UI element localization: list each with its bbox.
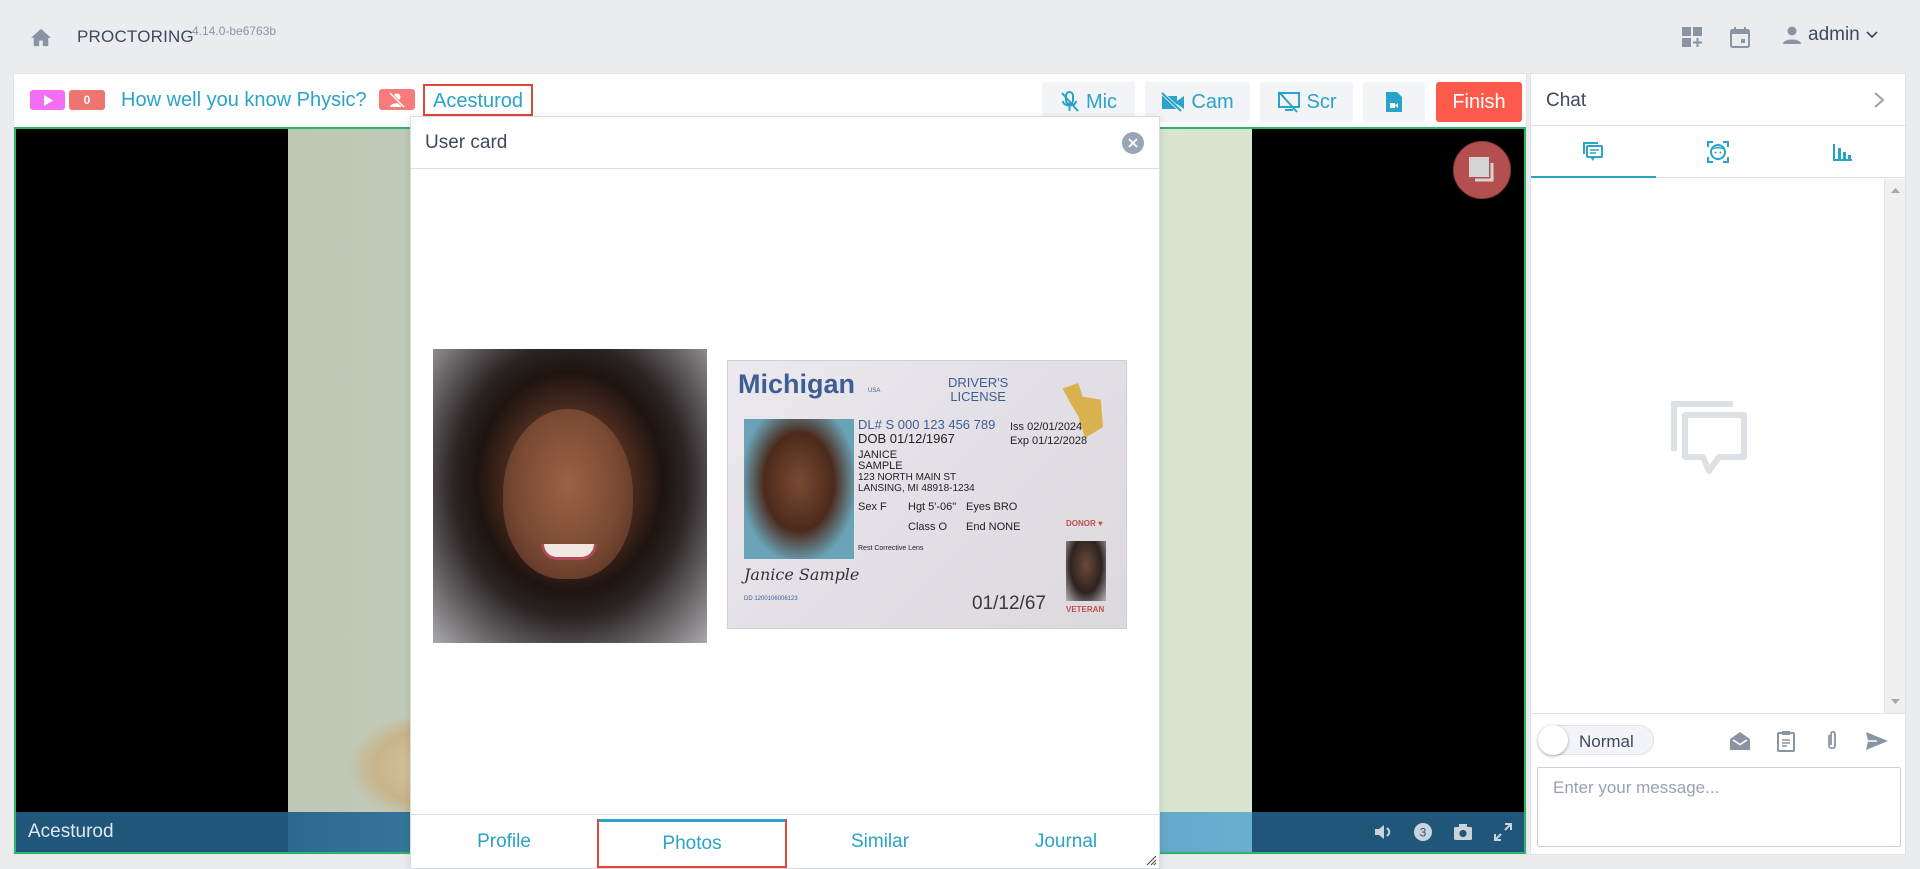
toggle-label: Normal bbox=[1579, 732, 1634, 751]
mic-label: Mic bbox=[1085, 90, 1118, 113]
picture-in-picture-button[interactable] bbox=[1453, 141, 1511, 199]
id-exp: Exp 01/12/2028 bbox=[1010, 435, 1088, 447]
id-iss: Iss 02/01/2024 bbox=[1010, 421, 1083, 433]
fullscreen-icon[interactable] bbox=[1493, 822, 1513, 842]
video-user-name: Acesturod bbox=[28, 821, 114, 842]
app-version: 4.14.0-be6763b bbox=[192, 24, 277, 38]
chat-messages bbox=[1531, 179, 1905, 787]
tab-similar[interactable]: Similar bbox=[787, 815, 973, 868]
chat-scrollbar[interactable] bbox=[1884, 179, 1905, 713]
dashboard-add-icon[interactable] bbox=[1681, 26, 1703, 48]
close-icon bbox=[1128, 138, 1138, 148]
camera-icon[interactable] bbox=[1453, 822, 1473, 842]
id-class: Class O bbox=[908, 521, 948, 533]
id-signature: Janice Sample bbox=[744, 565, 860, 584]
tab-profile[interactable]: Profile bbox=[411, 815, 597, 868]
scroll-down-icon[interactable] bbox=[1885, 697, 1906, 707]
id-date-bottom: 01/12/67 bbox=[972, 593, 1046, 614]
user-name-link[interactable]: Acesturod bbox=[423, 84, 534, 116]
user-icon bbox=[1783, 26, 1801, 44]
id-name-last: SAMPLE bbox=[858, 460, 903, 472]
id-hgt: Hgt 5'-06" bbox=[908, 501, 957, 513]
no-messages-icon bbox=[1671, 401, 1747, 474]
face-image-detail bbox=[541, 544, 597, 560]
id-eyes: Eyes BRO bbox=[966, 501, 1018, 513]
user-card-modal: User card Michigan USA DRIVER'S LICENSE … bbox=[410, 116, 1160, 869]
chat-tabs bbox=[1531, 126, 1905, 178]
close-button[interactable] bbox=[1122, 132, 1144, 154]
cam-off-icon bbox=[1161, 92, 1185, 112]
count-3-icon[interactable]: 3 bbox=[1413, 822, 1433, 842]
cam-label: Cam bbox=[1191, 90, 1234, 113]
play-icon bbox=[43, 94, 53, 106]
chat-panel: Chat Normal Enter your message... bbox=[1530, 73, 1906, 855]
user-menu-button[interactable]: admin bbox=[1782, 24, 1878, 46]
tab-messages[interactable] bbox=[1531, 126, 1656, 178]
face-photo[interactable] bbox=[433, 349, 707, 643]
message-mode-toggle[interactable]: Normal bbox=[1538, 725, 1654, 755]
tab-journal[interactable]: Journal bbox=[973, 815, 1159, 868]
app-title: PROCTORING bbox=[77, 27, 194, 46]
send-icon[interactable] bbox=[1865, 729, 1889, 753]
envelope-open-icon[interactable] bbox=[1728, 729, 1752, 753]
id-document-photo[interactable]: Michigan USA DRIVER'S LICENSE DL# S 000 … bbox=[727, 360, 1127, 629]
modal-title: User card bbox=[425, 132, 508, 153]
chat-header: Chat bbox=[1531, 74, 1905, 126]
clipboard-icon[interactable] bbox=[1774, 729, 1798, 753]
face-recognition-icon bbox=[1707, 140, 1729, 163]
id-dob: DOB 01/12/1967 bbox=[858, 431, 955, 446]
id-type: DRIVER'S LICENSE bbox=[948, 376, 1008, 404]
message-input[interactable] bbox=[1537, 767, 1901, 847]
file-video-icon bbox=[1386, 92, 1402, 112]
modal-header: User card bbox=[411, 117, 1159, 169]
id-dd: DD 1200106006123 bbox=[744, 596, 798, 602]
user-menu-label: admin bbox=[1808, 24, 1860, 45]
paperclip-icon[interactable] bbox=[1820, 729, 1844, 753]
id-type-line2: LICENSE bbox=[950, 389, 1006, 404]
bar-chart-icon bbox=[1832, 143, 1852, 161]
id-end: End NONE bbox=[966, 521, 1021, 533]
exam-title[interactable]: How well you know Physic? bbox=[121, 89, 367, 112]
user-off-icon bbox=[388, 91, 406, 108]
chevron-right-icon[interactable] bbox=[1873, 92, 1885, 108]
home-icon[interactable] bbox=[30, 27, 52, 47]
video-count: 3 bbox=[1420, 826, 1427, 840]
id-address2: LANSING, MI 48918-1234 bbox=[858, 483, 975, 494]
cam-button[interactable]: Cam bbox=[1145, 82, 1250, 122]
volume-icon[interactable] bbox=[1373, 822, 1393, 842]
calendar-icon[interactable] bbox=[1729, 26, 1751, 48]
mic-off-icon bbox=[1061, 91, 1079, 112]
report-button[interactable] bbox=[1363, 82, 1425, 122]
chat-controls: Normal bbox=[1531, 713, 1905, 755]
violation-count-badge: 0 bbox=[69, 90, 105, 110]
finish-button[interactable]: Finish bbox=[1436, 82, 1522, 122]
play-button[interactable] bbox=[30, 90, 65, 110]
tab-stats[interactable] bbox=[1780, 126, 1905, 177]
id-holder-photo bbox=[744, 419, 854, 559]
scroll-up-icon[interactable] bbox=[1885, 185, 1906, 195]
screen-off-icon bbox=[1277, 91, 1300, 113]
chat-title: Chat bbox=[1546, 90, 1587, 111]
resize-handle-icon[interactable] bbox=[1145, 854, 1157, 866]
screen-button[interactable]: Scr bbox=[1260, 82, 1353, 122]
tab-face[interactable] bbox=[1656, 126, 1781, 177]
id-donor: DONOR ♥ bbox=[1066, 519, 1103, 528]
top-bar: PROCTORING 4.14.0-be6763b admin bbox=[0, 0, 1920, 72]
screen-label: Scr bbox=[1306, 90, 1337, 113]
id-dl-number: DL# S 000 123 456 789 bbox=[858, 417, 996, 432]
tab-photos[interactable]: Photos bbox=[597, 819, 787, 868]
id-rest: Rest Corrective Lens bbox=[858, 545, 924, 552]
id-sex: Sex F bbox=[858, 501, 887, 513]
messages-icon bbox=[1583, 141, 1604, 161]
id-ghost-photo bbox=[1066, 541, 1106, 601]
id-type-line1: DRIVER'S bbox=[948, 375, 1009, 390]
id-state: Michigan bbox=[738, 369, 856, 399]
copy-window-icon bbox=[1469, 157, 1494, 182]
toggle-knob bbox=[1538, 725, 1568, 755]
id-veteran: VETERAN bbox=[1066, 605, 1105, 614]
chevron-down-icon bbox=[1866, 31, 1878, 39]
user-not-verified-badge[interactable] bbox=[379, 89, 415, 110]
id-country: USA bbox=[868, 388, 881, 394]
user-card-tabs: Profile Photos Similar Journal bbox=[411, 814, 1159, 868]
